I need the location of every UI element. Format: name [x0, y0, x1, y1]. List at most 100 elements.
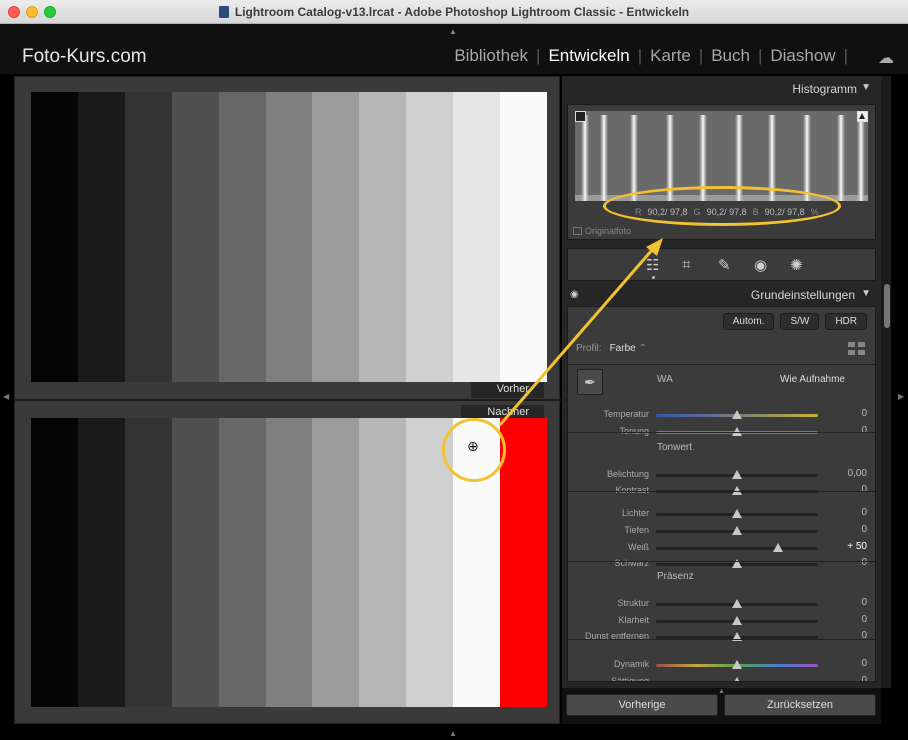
collapse-triangle-icon[interactable]: ▼	[861, 82, 871, 93]
slider-belichtung[interactable]: Belichtung 0,00	[568, 468, 875, 482]
slider-label: Tiefen	[624, 525, 649, 535]
after-tone-strip	[171, 418, 219, 707]
basic-panel: Autom. S/W HDR Profil: Farbe ⌃ ✒ WA Wie A…	[567, 306, 876, 682]
slider-value[interactable]: 0	[861, 507, 867, 518]
red-eye-icon[interactable]: ◉	[754, 256, 767, 274]
collapse-top-panel-icon[interactable]: ▲	[449, 27, 457, 36]
masking-icon[interactable]: ✺	[790, 256, 803, 274]
slider-lichter[interactable]: Lichter 0	[568, 507, 875, 521]
before-tone-strip	[124, 92, 172, 382]
histogram: R 90,2/ 97,8 G 90,2/ 97,8 B 90,2/ 97,8 %…	[567, 104, 876, 240]
slider-thumb[interactable]	[732, 509, 742, 518]
module-entwickeln[interactable]: Entwickeln	[540, 46, 637, 66]
reset-button[interactable]: Zurücksetzen	[724, 694, 876, 716]
slider-thumb[interactable]	[732, 660, 742, 669]
previous-button[interactable]: Vorherige	[566, 694, 718, 716]
eyedropper-icon[interactable]: ✒	[577, 369, 603, 395]
slider-value[interactable]: 0	[861, 557, 867, 568]
slider-value[interactable]: 0	[861, 597, 867, 608]
collapse-triangle-icon[interactable]: ▼	[861, 288, 871, 299]
expand-left-panel-icon[interactable]: ◀	[3, 392, 9, 401]
slider-track[interactable]	[656, 547, 818, 550]
zoom-in-icon: ⊕	[467, 438, 479, 454]
tool-strip: ☷ ⌗ ✎ ◉ ✺	[567, 248, 876, 281]
slider-thumb[interactable]	[772, 543, 783, 552]
slider-label: Lichter	[621, 508, 649, 518]
right-panel-scrollbar[interactable]	[881, 76, 891, 688]
slider-track[interactable]	[656, 681, 818, 682]
histogram-header[interactable]: Histogramm ▼	[562, 76, 881, 100]
slider-schwarz[interactable]: Schwarz 0	[568, 557, 875, 571]
module-diashow[interactable]: Diashow	[762, 46, 843, 66]
original-photo-checkbox[interactable]	[573, 227, 582, 235]
module-karte[interactable]: Karte	[642, 46, 699, 66]
basic-header[interactable]: ◉ Grundeinstellungen ▼	[562, 282, 881, 306]
histogram-spike	[699, 115, 707, 201]
slider-thumb[interactable]	[732, 677, 742, 681]
grid-icon[interactable]	[848, 342, 865, 355]
slider-value[interactable]: 0	[861, 408, 867, 419]
after-tone-strip	[312, 418, 360, 707]
wa-select[interactable]: Wie Aufnahme	[780, 374, 845, 385]
profile-value[interactable]: Farbe	[610, 343, 636, 354]
slider-dunst-entfernen[interactable]: Dunst entfernen 0	[568, 630, 875, 644]
slider-dynamik[interactable]: Dynamik 0	[568, 658, 875, 672]
slider-value[interactable]: 0	[861, 614, 867, 625]
slider-value[interactable]: + 50	[847, 541, 867, 552]
original-photo-toggle[interactable]: Originalfoto	[573, 226, 631, 236]
slider-label: Kontrast	[615, 485, 649, 495]
before-image[interactable]	[31, 92, 547, 382]
slider-thumb[interactable]	[732, 410, 742, 419]
slider-klarheit[interactable]: Klarheit 0	[568, 614, 875, 628]
after-image[interactable]	[31, 418, 547, 707]
cloud-icon[interactable]: ☁	[878, 48, 894, 68]
before-tone-strip	[265, 92, 313, 382]
auto-button[interactable]: Autom.	[722, 313, 775, 330]
basic-title: Grundeinstellungen	[750, 288, 855, 302]
bw-button[interactable]: S/W	[780, 313, 820, 330]
scrollbar-thumb[interactable]	[884, 284, 890, 328]
slider-thumb[interactable]	[732, 616, 742, 625]
slider-value[interactable]: 0	[861, 675, 867, 681]
before-tone-strip	[406, 92, 454, 382]
histogram-graph	[575, 111, 868, 201]
profile-row[interactable]: Profil: Farbe ⌃	[576, 343, 647, 354]
slider-thumb[interactable]	[732, 599, 742, 608]
before-tone-strip	[312, 92, 360, 382]
shadow-clipping-icon[interactable]	[575, 111, 586, 122]
slider-thumb[interactable]	[732, 470, 742, 479]
slider-sättigung[interactable]: Sättigung 0	[568, 675, 875, 682]
sliders-icon[interactable]: ☷	[646, 256, 659, 274]
slider-value[interactable]: 0	[861, 484, 867, 495]
slider-thumb[interactable]	[732, 526, 742, 535]
expand-filmstrip-icon[interactable]: ▲	[449, 729, 457, 738]
slider-value[interactable]: 0	[861, 658, 867, 669]
eye-icon[interactable]: ◉	[570, 289, 579, 300]
module-buch[interactable]: Buch	[703, 46, 758, 66]
rgb-readout: R 90,2/ 97,8 G 90,2/ 97,8 B 90,2/ 97,8 %	[635, 207, 819, 217]
slider-tiefen[interactable]: Tiefen 0	[568, 524, 875, 538]
slider-value[interactable]: 0,00	[848, 468, 867, 479]
histogram-spike	[857, 115, 865, 201]
slider-weiß[interactable]: Weiß + 50	[568, 541, 875, 555]
after-tone-strip	[124, 418, 172, 707]
crop-icon[interactable]: ⌗	[682, 256, 690, 273]
r-value: 90,2/ 97,8	[647, 207, 688, 217]
module-bibliothek[interactable]: Bibliothek	[446, 46, 536, 66]
module-separator: |	[843, 46, 848, 65]
slider-struktur[interactable]: Struktur 0	[568, 597, 875, 611]
after-tone-strip	[265, 418, 313, 707]
slider-value[interactable]: 0	[861, 524, 867, 535]
percent-unit: %	[810, 207, 819, 217]
slider-value[interactable]: 0	[861, 425, 867, 436]
before-after-viewer[interactable]: Vorher Nachher ⊕	[14, 76, 561, 724]
hdr-button[interactable]: HDR	[825, 313, 867, 330]
histogram-title: Histogramm	[792, 82, 857, 96]
window-title: Lightroom Catalog-v13.lrcat - Adobe Phot…	[0, 5, 908, 19]
expand-right-panel-icon[interactable]: ▶	[898, 392, 904, 401]
before-tone-strip	[453, 92, 501, 382]
slider-temperatur[interactable]: Temperatur 0	[568, 408, 875, 422]
highlight-clipping-icon[interactable]	[857, 111, 868, 122]
histogram-spike	[768, 115, 776, 201]
healing-brush-icon[interactable]: ✎	[718, 256, 731, 274]
